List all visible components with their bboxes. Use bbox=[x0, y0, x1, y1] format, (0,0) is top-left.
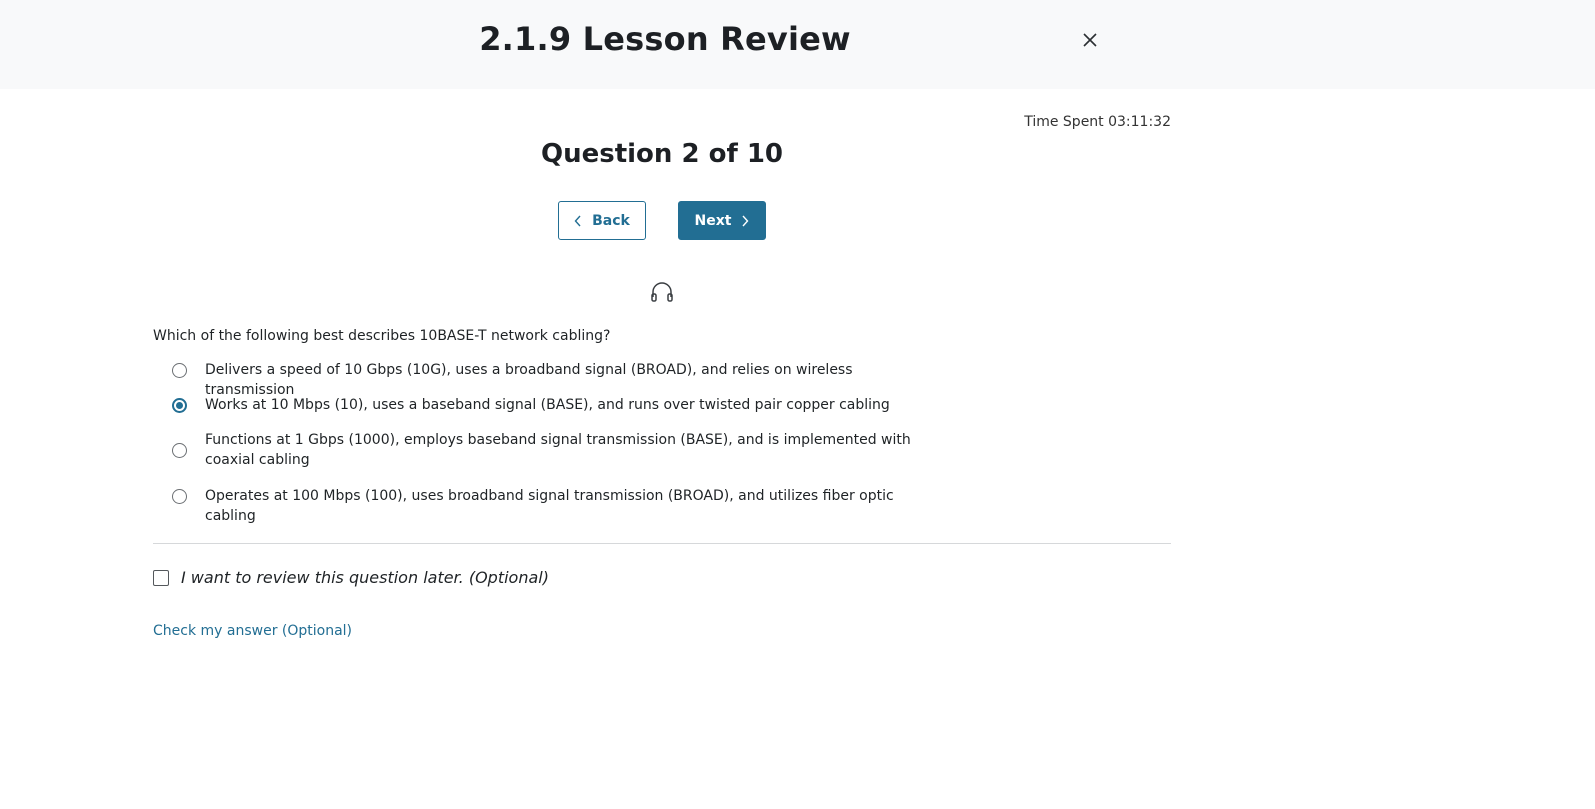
page-title: 2.1.9 Lesson Review bbox=[479, 20, 851, 58]
question-title: Question 2 of 10 bbox=[540, 139, 784, 169]
time-spent: Time Spent 03:11:32 bbox=[1024, 114, 1171, 130]
radio-button[interactable] bbox=[172, 398, 187, 413]
chevron-left-icon bbox=[574, 215, 581, 226]
answer-option[interactable]: Operates at 100 Mbps (100), uses broadba… bbox=[153, 486, 943, 524]
radio-button[interactable] bbox=[172, 443, 187, 458]
divider bbox=[153, 543, 1171, 544]
radio-button[interactable] bbox=[172, 363, 187, 378]
next-button-label: Next bbox=[694, 212, 732, 229]
chevron-right-icon bbox=[742, 215, 749, 226]
radio-button[interactable] bbox=[172, 489, 187, 504]
review-later-checkbox-row[interactable]: I want to review this question later. (O… bbox=[153, 567, 549, 589]
question-prompt: Which of the following best describes 10… bbox=[153, 328, 611, 344]
answer-option[interactable]: Delivers a speed of 10 Gbps (10G), uses … bbox=[153, 360, 943, 398]
back-button-label: Back bbox=[592, 212, 630, 229]
check-answer-link[interactable]: Check my answer (Optional) bbox=[153, 621, 352, 641]
back-button[interactable]: Back bbox=[558, 201, 646, 240]
answer-option[interactable]: Functions at 1 Gbps (1000), employs base… bbox=[153, 430, 943, 470]
next-button[interactable]: Next bbox=[678, 201, 766, 240]
answer-option-label: Delivers a speed of 10 Gbps (10G), uses … bbox=[205, 362, 853, 398]
answer-option-label: Operates at 100 Mbps (100), uses broadba… bbox=[205, 488, 894, 524]
close-button[interactable] bbox=[1076, 26, 1104, 54]
answer-option-label: Works at 10 Mbps (10), uses a baseband s… bbox=[205, 397, 890, 413]
header-bar: 2.1.9 Lesson Review bbox=[0, 0, 1595, 89]
audio-button[interactable] bbox=[649, 280, 675, 304]
review-later-label: I want to review this question later. (O… bbox=[181, 568, 549, 587]
close-icon bbox=[1083, 33, 1097, 47]
answer-option[interactable]: Works at 10 Mbps (10), uses a baseband s… bbox=[153, 395, 943, 415]
answer-option-label: Functions at 1 Gbps (1000), employs base… bbox=[205, 432, 911, 468]
headphones-icon bbox=[651, 282, 673, 302]
review-later-checkbox[interactable] bbox=[153, 570, 169, 586]
